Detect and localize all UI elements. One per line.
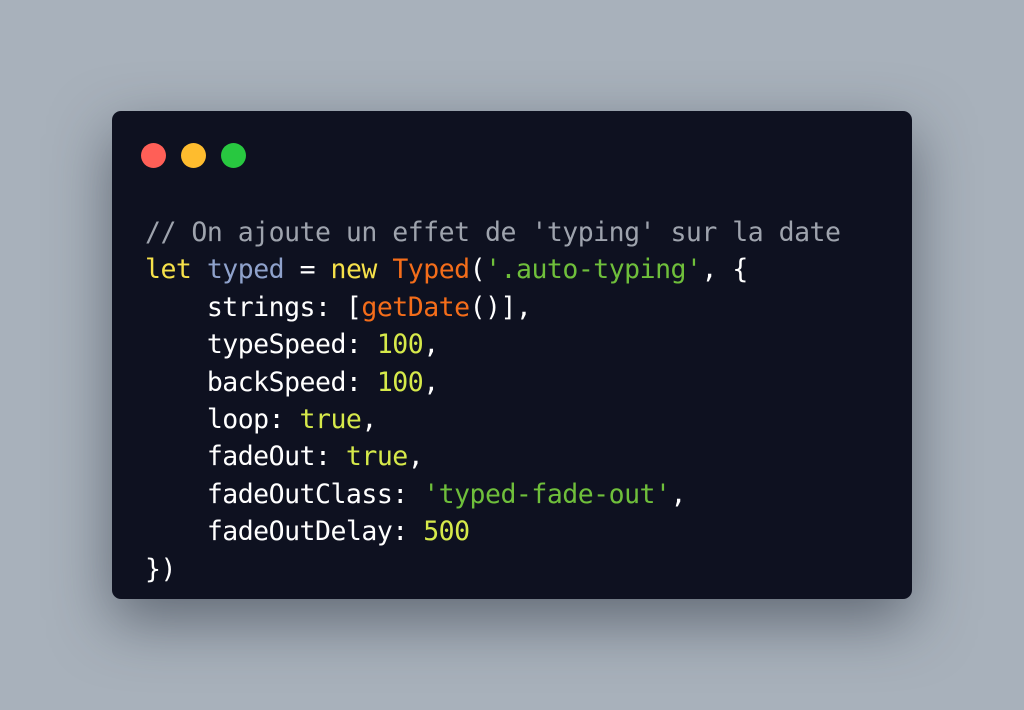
close-window-button[interactable] (141, 143, 166, 168)
code-token-plain: , (423, 366, 439, 398)
code-token-plain: , { (701, 254, 748, 286)
code-line: }) (145, 551, 840, 588)
code-token-plain: loop: (145, 403, 300, 435)
code-line: fadeOutDelay: 500 (145, 513, 840, 550)
code-line: loop: true, (145, 401, 840, 438)
code-token-number: 100 (376, 329, 424, 361)
code-line: fadeOutClass: 'typed-fade-out', (145, 476, 840, 513)
code-token-plain: ( (469, 254, 486, 286)
minimize-window-button[interactable] (181, 143, 206, 168)
code-line: typeSpeed: 100, (145, 326, 840, 363)
code-token-plain: }) (145, 553, 176, 585)
code-token-plain: , (670, 478, 686, 510)
code-token-variable: typed (206, 254, 285, 286)
code-line: let typed = new Typed('.auto-typing', { (145, 251, 840, 288)
code-line: fadeOut: true, (145, 438, 840, 475)
code-token-string: '.auto-typing' (485, 254, 702, 286)
code-token-comment: // On ajoute un effet de 'typing' sur la… (145, 217, 841, 248)
code-line: backSpeed: 100, (145, 364, 840, 401)
code-token-plain: , (407, 441, 424, 473)
code-token-plain: ()], (469, 291, 532, 323)
code-token-number: 100 (376, 366, 424, 398)
maximize-window-button[interactable] (221, 143, 246, 168)
code-token-string: 'typed-fade-out' (423, 478, 671, 510)
code-token-number: true (299, 403, 362, 435)
code-token-plain: , (423, 329, 439, 361)
code-token-class-name: getDate (361, 291, 470, 323)
code-token-plain: = (284, 254, 331, 286)
code-line: strings: [getDate()], (145, 289, 840, 326)
code-window: // On ajoute un effet de 'typing' sur la… (112, 111, 912, 599)
code-token-keyword: let (145, 254, 192, 286)
code-token-number: true (345, 441, 408, 473)
code-token-keyword: new (330, 254, 378, 286)
code-block: // On ajoute un effet de 'typing' sur la… (145, 214, 841, 588)
code-token-plain: fadeOutClass: (145, 478, 424, 510)
code-token-class-name: Typed (392, 254, 470, 286)
code-token-plain: fadeOutDelay: (145, 516, 424, 548)
code-token-plain: , (361, 403, 377, 435)
code-token-plain: backSpeed: (145, 366, 377, 398)
code-line: // On ajoute un effet de 'typing' sur la… (145, 214, 841, 251)
code-token-plain: strings: [ (145, 291, 362, 323)
code-token-plain: typeSpeed: (145, 329, 377, 361)
code-token-number: 500 (423, 516, 470, 548)
code-token-plain: fadeOut: (145, 441, 346, 473)
